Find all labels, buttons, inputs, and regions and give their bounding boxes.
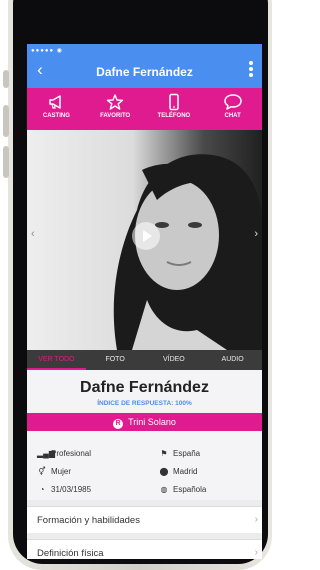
next-photo-icon[interactable]: ›: [254, 228, 258, 240]
app-screen: ●●●●● ◉ ‹ Dafne Fernández CASTING FAVORI…: [27, 44, 262, 559]
star-icon: [106, 94, 124, 110]
previous-photo-icon[interactable]: ‹: [31, 228, 35, 240]
casting-button[interactable]: CASTING: [27, 88, 86, 130]
mute-switch: [3, 70, 9, 88]
birthdate-info: ◔ 31/03/1985: [37, 485, 91, 494]
section-definicion-label: Definición física: [37, 548, 104, 559]
status-bar: ●●●●● ◉: [31, 48, 64, 54]
profile-card: Dafne Fernández ÍNDICE DE RESPUESTA: 100…: [27, 370, 262, 500]
nationality-value: Española: [173, 485, 207, 494]
profession-value: Profesional: [51, 449, 92, 458]
tab-foto[interactable]: FOTO: [86, 350, 145, 370]
city-info: ⬤ Madrid: [159, 467, 198, 476]
phone-button[interactable]: TELÉFONO: [145, 88, 204, 130]
chat-button[interactable]: CHAT: [203, 88, 262, 130]
flag-icon: ⚑: [160, 449, 168, 458]
favorite-button[interactable]: FAVORITO: [86, 88, 145, 130]
section-definicion-fisica[interactable]: Definición física ›: [27, 539, 262, 559]
agent-badge: R: [113, 419, 124, 429]
agent-bar[interactable]: R Trini Solano: [27, 413, 262, 431]
location-pin-icon: ⬤: [159, 467, 169, 476]
globe-icon: ◍: [160, 485, 168, 494]
carousel-indicator: [137, 340, 152, 350]
volume-up-button: [3, 105, 9, 137]
section-formacion-label: Formación y habilidades: [37, 515, 140, 526]
nationality-info: ◍ Española: [159, 485, 207, 494]
tab-ver-todo[interactable]: VER TODO: [27, 350, 86, 370]
country-info: ⚑ España: [159, 449, 200, 458]
media-tabs: VER TODO FOTO VÍDEO AUDIO: [27, 350, 262, 370]
tab-audio[interactable]: AUDIO: [203, 350, 262, 370]
phone-icon: [169, 93, 179, 111]
gender-info: ⚥ Mujer: [37, 467, 71, 476]
gender-icon: ⚥: [38, 467, 46, 476]
top-nav-bar: ●●●●● ◉ ‹ Dafne Fernández: [27, 44, 262, 88]
chevron-right-icon: ›: [254, 514, 258, 525]
chevron-right-icon: ›: [254, 547, 258, 558]
page-title: Dafne Fernández: [96, 65, 193, 79]
agent-name: Trini Solano: [128, 417, 176, 427]
phone-frame: ●●●●● ◉ ‹ Dafne Fernández CASTING FAVORI…: [0, 0, 273, 570]
megaphone-icon: [49, 95, 62, 109]
gender-value: Mujer: [51, 467, 72, 476]
profile-photo[interactable]: ‹ ›: [27, 130, 262, 350]
action-bar: CASTING FAVORITO TELÉFONO CHAT: [27, 88, 262, 130]
back-arrow-icon[interactable]: ‹: [33, 61, 47, 79]
casting-label: CASTING: [42, 113, 70, 119]
phone-label: TELÉFONO: [157, 113, 191, 119]
chat-label: CHAT: [224, 113, 241, 119]
birthdate-value: 31/03/1985: [51, 485, 92, 494]
volume-down-button: [3, 146, 9, 178]
country-value: España: [173, 449, 201, 458]
chat-bubble-icon: [223, 94, 242, 110]
more-options-icon[interactable]: [248, 60, 254, 80]
profession-info: ▂▄▆Profesional: [37, 449, 91, 458]
play-icon[interactable]: [132, 222, 160, 250]
response-index: ÍNDICE DE RESPUESTA: 100%: [97, 400, 192, 407]
favorite-label: FAVORITO: [100, 113, 131, 119]
section-formacion[interactable]: Formación y habilidades ›: [27, 506, 262, 533]
tab-video[interactable]: VÍDEO: [145, 350, 204, 370]
city-value: Madrid: [173, 467, 198, 476]
profile-name: Dafne Fernández: [80, 379, 209, 396]
birthday-icon: ◔: [39, 485, 45, 494]
level-bars-icon: ▂▄▆: [37, 449, 55, 458]
